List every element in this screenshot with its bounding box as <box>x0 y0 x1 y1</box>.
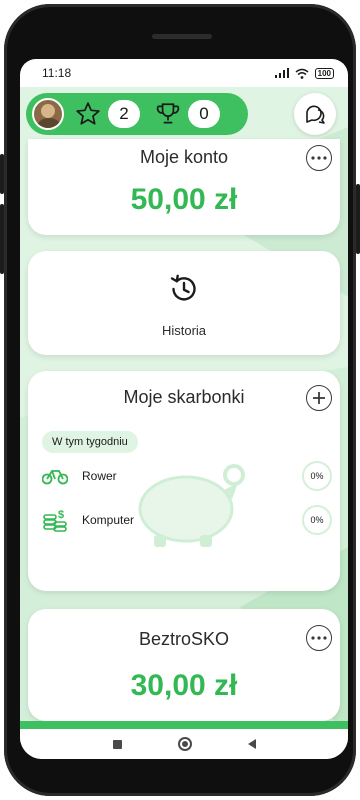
goal-percent: 0% <box>302 461 332 491</box>
battery-icon: 100 <box>314 67 334 79</box>
piggy-banks-card[interactable]: Moje skarbonki W tym tygodniu Rower 0% $… <box>28 371 340 591</box>
add-piggy-bank-button[interactable] <box>306 385 332 411</box>
history-card[interactable]: Historia <box>28 251 340 355</box>
more-dots-icon <box>311 156 327 160</box>
app-screen: 11:18 100 2 0 Moje konto 50,00 zł Histor… <box>20 59 348 759</box>
status-bar: 11:18 100 <box>20 59 348 87</box>
goal-row[interactable]: $ Komputer 0% <box>42 505 332 535</box>
goal-percent: 0% <box>302 505 332 535</box>
goal-row[interactable]: Rower 0% <box>42 461 332 491</box>
back-icon[interactable] <box>247 739 256 749</box>
week-chip[interactable]: W tym tygodniu <box>42 431 138 453</box>
account-balance: 50,00 zł <box>130 183 238 216</box>
more-dots-icon <box>311 636 327 640</box>
avatar[interactable] <box>32 98 64 130</box>
star-icon <box>74 100 102 128</box>
system-nav-bar <box>20 729 348 759</box>
svg-text:$: $ <box>58 509 64 521</box>
trophy-icon <box>154 100 182 128</box>
account-more-button[interactable] <box>306 145 332 171</box>
goal-label: Rower <box>82 469 117 483</box>
piggy-banks-title: Moje skarbonki <box>123 387 245 407</box>
volume-button <box>0 154 4 194</box>
goal-label: Komputer <box>82 513 135 527</box>
chat-button[interactable] <box>294 93 336 135</box>
wifi-icon <box>295 68 309 79</box>
status-time: 11:18 <box>42 66 72 80</box>
speaker <box>152 34 212 39</box>
rewards-pill: 2 0 <box>26 93 248 135</box>
account-card[interactable]: Moje konto 50,00 zł <box>28 139 340 235</box>
trophies-count: 0 <box>188 100 220 128</box>
plus-icon <box>313 392 325 404</box>
bezstresko-title: BeztroSKO <box>138 629 230 649</box>
power-button <box>356 184 360 254</box>
bezstresko-balance: 30,00 zł <box>130 669 238 702</box>
bottom-green-strip <box>20 721 348 729</box>
account-card-title: Moje konto <box>139 147 229 167</box>
bezstresko-more-button[interactable] <box>306 625 332 651</box>
history-label: Historia <box>161 323 207 338</box>
bezstresko-card[interactable]: BeztroSKO 30,00 zł <box>28 609 340 721</box>
bicycle-icon <box>42 470 68 485</box>
stars-count: 2 <box>108 100 140 128</box>
signal-icon <box>274 68 289 78</box>
coins-dollar-icon: $ <box>43 509 67 532</box>
phone-frame: 11:18 100 2 0 Moje konto 50,00 zł Histor… <box>0 4 360 796</box>
volume-button <box>0 204 4 274</box>
recents-icon[interactable] <box>112 739 122 749</box>
home-icon[interactable] <box>177 737 192 751</box>
status-icons: 100 <box>274 67 334 79</box>
history-icon <box>170 274 196 301</box>
chat-bubbles-icon <box>306 105 325 124</box>
